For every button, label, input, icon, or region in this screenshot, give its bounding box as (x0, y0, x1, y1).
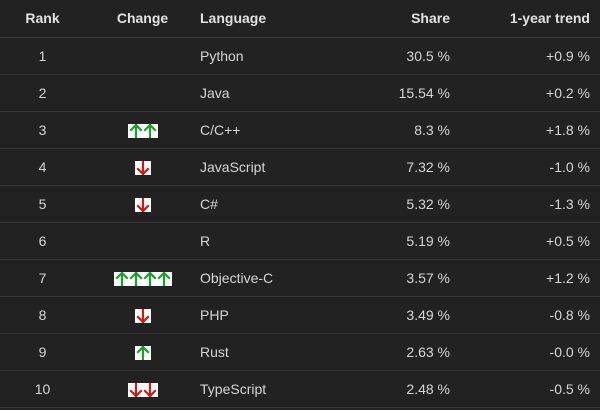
change-cell (85, 148, 200, 185)
rank-cell: 6 (38, 232, 47, 249)
language-cell: JavaScript (200, 158, 266, 175)
share-cell: 30.5 % (406, 47, 450, 64)
language-cell: TypeScript (200, 380, 267, 397)
trend-cell: +0.2 % (546, 84, 590, 101)
table-row: 7 Objective-C 3.57 % +1.2 % (0, 259, 600, 296)
header-rank: Rank (25, 10, 60, 27)
arrow-up-icon (135, 345, 150, 360)
rank-cell: 3 (38, 121, 47, 138)
table-row: 3 C/C++ 8.3 % +1.8 % (0, 111, 600, 148)
arrow-up-icon (114, 271, 129, 286)
rank-change-down-indicator (134, 197, 151, 212)
change-cell (85, 37, 200, 74)
header-trend: 1-year trend (509, 10, 590, 27)
arrow-down-icon (142, 382, 157, 397)
change-cell (85, 296, 200, 333)
table-row: 5 C# 5.32 % -1.3 % (0, 185, 600, 222)
trend-cell: -1.0 % (549, 158, 590, 175)
rank-change-down-indicator (134, 160, 151, 175)
rank-cell: 5 (38, 195, 47, 212)
trend-cell: +0.5 % (546, 232, 590, 249)
trend-cell: +0.9 % (546, 47, 590, 64)
header-language: Language (200, 10, 267, 27)
rank-cell: 1 (38, 47, 47, 64)
trend-cell: +1.8 % (546, 121, 590, 138)
rank-cell: 8 (38, 306, 47, 323)
language-cell: Java (200, 84, 230, 101)
arrow-down-icon (135, 197, 150, 212)
change-cell (85, 259, 200, 296)
rank-cell: 7 (38, 269, 47, 286)
share-cell: 5.19 % (406, 232, 450, 249)
table-row: 2 Java 15.54 % +0.2 % (0, 74, 600, 111)
change-cell (85, 111, 200, 148)
arrow-up-icon (142, 123, 157, 138)
ranking-table: Rank Change Language Share 1-year trend … (0, 0, 600, 408)
arrow-down-icon (135, 160, 150, 175)
rank-change-up-indicator (113, 271, 172, 286)
trend-cell: -0.0 % (549, 343, 590, 360)
table-body: 1 Python 30.5 % +0.9 % 2 Java 15.54 % +0.2 % 3 C/… (0, 37, 600, 407)
rank-change-down-indicator (134, 308, 151, 323)
rank-change-up-indicator (127, 123, 158, 138)
trend-cell: -1.3 % (549, 195, 590, 212)
change-cell (85, 222, 200, 259)
share-cell: 7.32 % (406, 158, 450, 175)
rank-cell: 9 (38, 343, 47, 360)
trend-cell: -0.8 % (549, 306, 590, 323)
language-cell: C/C++ (200, 121, 241, 138)
change-cell (85, 370, 200, 407)
table-row: 1 Python 30.5 % +0.9 % (0, 37, 600, 74)
table-row: 10 TypeScript 2.48 % -0.5 % (0, 370, 600, 407)
table-row: 9 Rust 2.63 % -0.0 % (0, 333, 600, 370)
change-cell (85, 333, 200, 370)
share-cell: 8.3 % (414, 121, 450, 138)
header-share: Share (411, 10, 450, 27)
arrow-up-icon (128, 271, 143, 286)
table-row: 4 JavaScript 7.32 % -1.0 % (0, 148, 600, 185)
language-cell: Rust (200, 343, 229, 360)
arrow-down-icon (135, 308, 150, 323)
table-header: Rank Change Language Share 1-year trend (0, 0, 600, 37)
arrow-up-icon (156, 271, 171, 286)
language-cell: C# (200, 195, 218, 212)
share-cell: 2.48 % (406, 380, 450, 397)
change-cell (85, 185, 200, 222)
rank-change-up-indicator (134, 345, 151, 360)
language-cell: PHP (200, 306, 229, 323)
change-cell (85, 74, 200, 111)
share-cell: 5.32 % (406, 195, 450, 212)
arrow-up-icon (128, 123, 143, 138)
table-row: 8 PHP 3.49 % -0.8 % (0, 296, 600, 333)
language-cell: R (200, 232, 211, 249)
table-row: 6 R 5.19 % +0.5 % (0, 222, 600, 259)
rank-cell: 10 (34, 380, 51, 397)
arrow-up-icon (142, 271, 157, 286)
rank-change-down-indicator (127, 382, 158, 397)
header-row: Rank Change Language Share 1-year trend (0, 0, 600, 37)
trend-cell: -0.5 % (549, 380, 590, 397)
arrow-down-icon (128, 382, 143, 397)
rank-cell: 2 (38, 84, 47, 101)
language-cell: Objective-C (200, 269, 274, 286)
share-cell: 15.54 % (398, 84, 450, 101)
rank-cell: 4 (38, 158, 47, 175)
trend-cell: +1.2 % (546, 269, 590, 286)
share-cell: 3.57 % (406, 269, 450, 286)
share-cell: 3.49 % (406, 306, 450, 323)
share-cell: 2.63 % (406, 343, 450, 360)
header-change: Change (116, 10, 169, 27)
language-cell: Python (200, 47, 244, 64)
